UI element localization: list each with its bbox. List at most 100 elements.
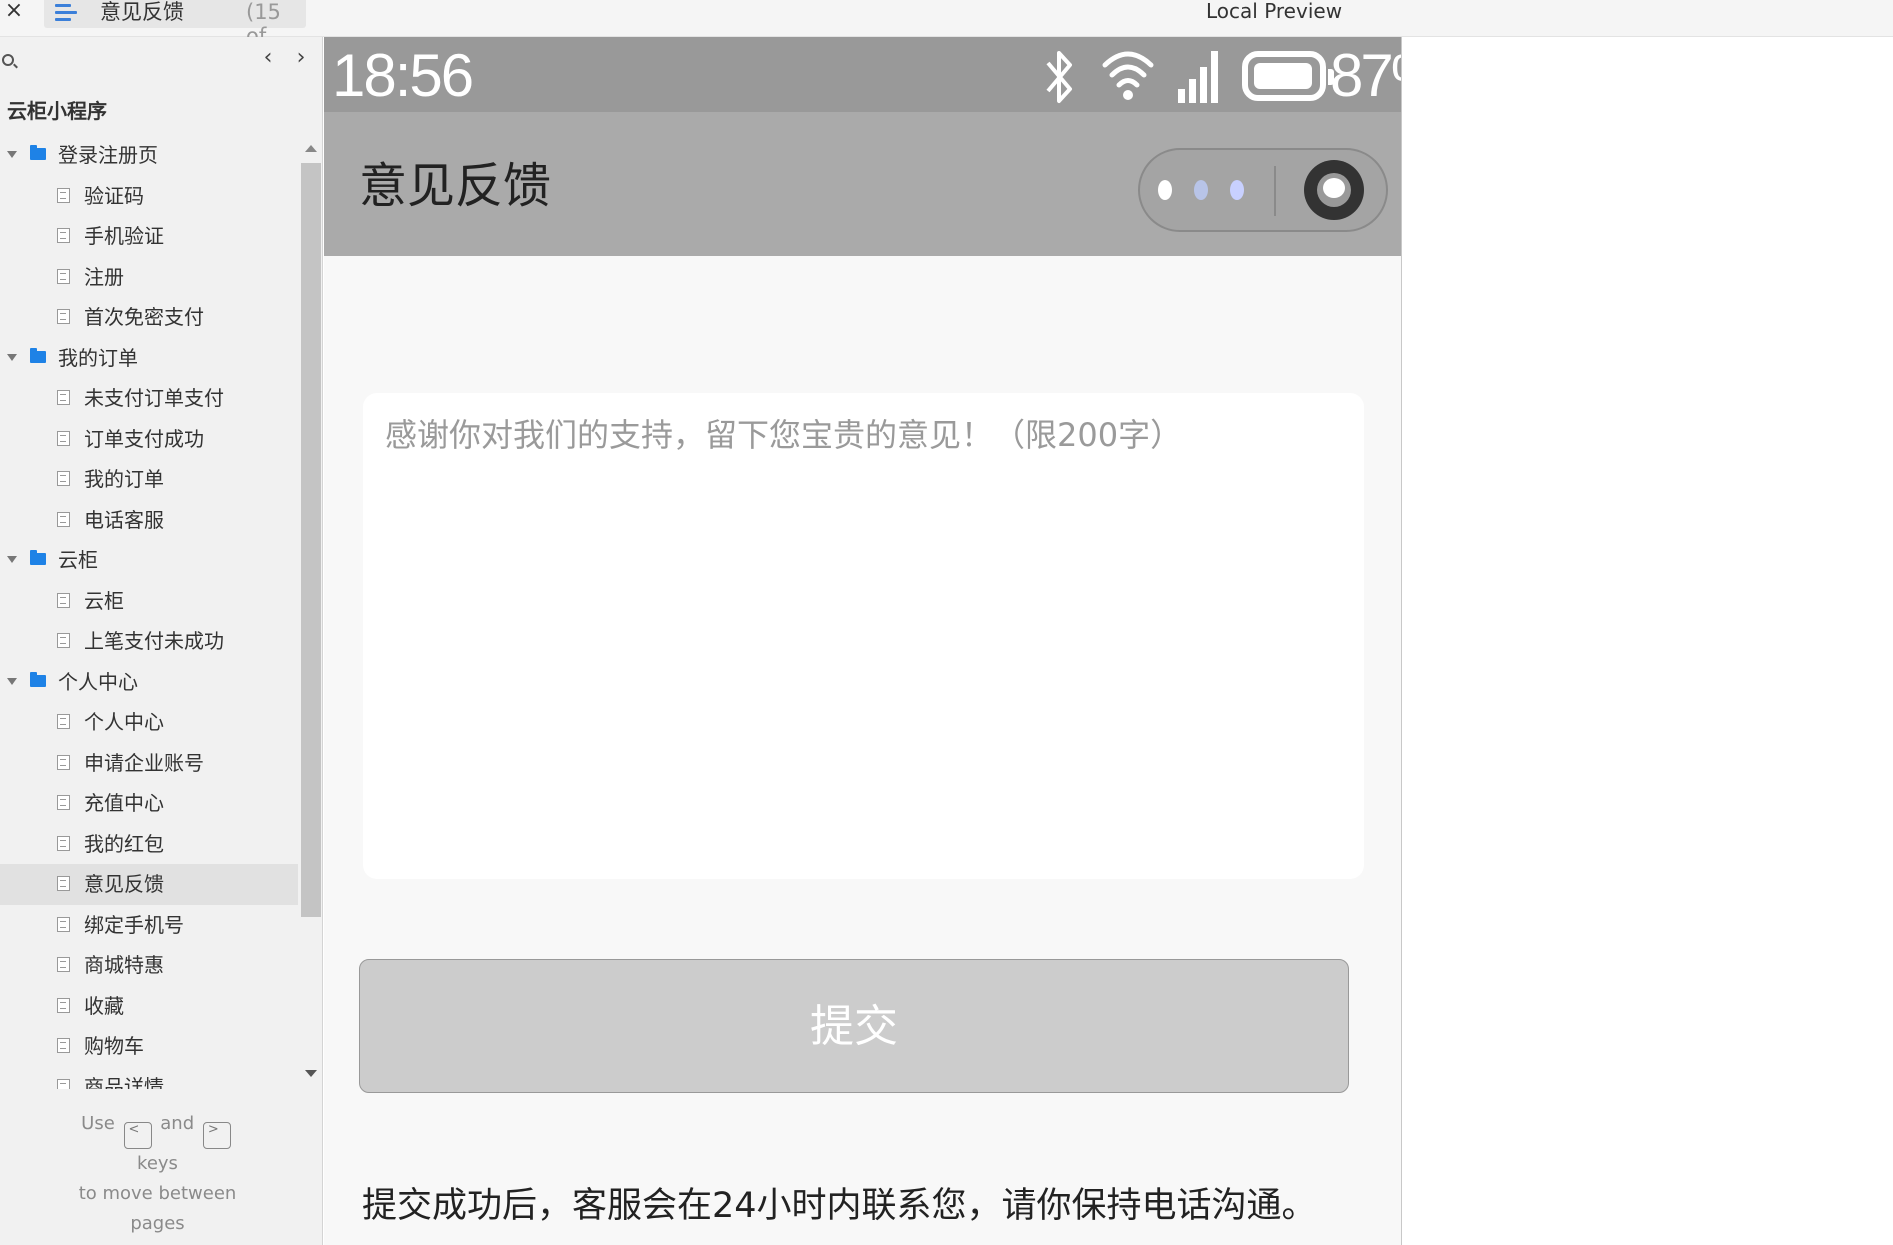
tree-folder[interactable]: 个人中心 (0, 662, 298, 703)
expand-arrow-icon[interactable] (7, 677, 17, 685)
close-icon[interactable]: × (4, 0, 24, 24)
tree-item-label: 我的红包 (84, 831, 164, 856)
tree-page-item[interactable]: 手机验证 (0, 216, 298, 257)
page-icon (57, 997, 70, 1013)
folder-icon (30, 145, 46, 160)
tree-item-label: 电话客服 (84, 507, 164, 532)
capsule-menu[interactable] (1138, 148, 1388, 232)
page-icon (57, 1038, 70, 1053)
page-icon (57, 592, 70, 608)
tree-item-label: 购物车 (84, 1034, 144, 1058)
capsule-divider (1274, 166, 1276, 216)
hint-line3: pages (130, 1213, 185, 1234)
tree-folder[interactable]: 我的订单 (0, 338, 298, 379)
tree-page-item[interactable]: 商品详情 (0, 1067, 298, 1090)
dot (1230, 180, 1244, 200)
page-icon (57, 876, 70, 891)
status-icons: 87% (1042, 37, 1401, 112)
tree-item-label: 登录注册页 (58, 143, 158, 167)
expand-arrow-icon[interactable] (7, 151, 17, 158)
page-icon (57, 1078, 70, 1089)
scroll-thumb[interactable] (301, 163, 321, 917)
tree-page-item[interactable]: 首次免密支付 (0, 297, 298, 338)
tree-item-label: 我的订单 (84, 467, 164, 491)
expand-arrow-icon[interactable] (7, 556, 17, 563)
page-icon (57, 430, 70, 446)
tree-page-item[interactable]: 云柜 (0, 581, 298, 622)
more-dots-icon[interactable] (1158, 178, 1258, 206)
wifi-icon (1102, 51, 1154, 100)
page-icon (57, 187, 70, 203)
page-icon (57, 795, 70, 810)
expand-arrow-icon[interactable] (7, 353, 17, 361)
tree-item-label: 我的订单 (58, 345, 138, 370)
page-icon (57, 957, 70, 972)
preview-label: Local Preview (1206, 0, 1343, 23)
tree-page-item[interactable]: 订单支付成功 (0, 419, 298, 460)
project-title: 云柜小程序 (7, 99, 107, 123)
hint-and: and (160, 1113, 195, 1134)
tree-page-item[interactable]: 意见反馈 (0, 864, 298, 905)
hint-keys: keys (137, 1153, 178, 1174)
tree-page-item[interactable]: 购物车 (0, 1026, 298, 1067)
tree-page-item[interactable]: 个人中心 (0, 702, 298, 743)
tree-page-item[interactable]: 验证码 (0, 176, 298, 217)
folder-icon (30, 347, 46, 363)
phone-preview: 18:56 87% 意见反馈 (324, 37, 1402, 1245)
sidebar-scrollbar[interactable] (300, 141, 322, 1081)
search-icon[interactable] (2, 54, 14, 66)
tree-page-item[interactable]: 电话客服 (0, 500, 298, 541)
bluetooth-icon (1046, 51, 1072, 103)
tree-page-item[interactable]: 注册 (0, 257, 298, 298)
tree-item-label: 手机验证 (84, 224, 164, 248)
page-icon (57, 228, 70, 243)
page-icon (57, 511, 70, 527)
feedback-input[interactable] (375, 405, 1352, 465)
tree-page-item[interactable]: 上笔支付未成功 (0, 621, 298, 662)
tree-item-label: 个人中心 (58, 669, 138, 694)
tree-item-label: 意见反馈 (84, 872, 164, 896)
current-page-tab[interactable]: 意见反馈 (15 of 23) (44, 0, 306, 72)
tree-item-label: 商城特惠 (84, 953, 164, 977)
signal-icon (1178, 51, 1218, 103)
prev-page-button[interactable]: ‹ (258, 46, 278, 72)
page-icon (57, 633, 70, 648)
tree-page-item[interactable]: 充值中心 (0, 783, 298, 824)
tree-item-label: 未支付订单支付 (84, 386, 224, 410)
right-key-icon: > (202, 1122, 231, 1149)
tree-page-item[interactable]: 未支付订单支付 (0, 378, 298, 419)
tree-page-item[interactable]: 绑定手机号 (0, 905, 298, 946)
hint-line2: to move between (78, 1183, 237, 1204)
close-miniprogram-icon[interactable] (1304, 160, 1364, 220)
tree-item-label: 注册 (84, 264, 124, 289)
tree-page-item[interactable]: 我的订单 (0, 459, 298, 500)
next-page-button[interactable]: › (291, 46, 311, 72)
keyboard-hint: Use < and > keys to move between pages (0, 1109, 315, 1239)
tree-item-label: 验证码 (84, 183, 144, 208)
battery-percent: 87% (1330, 42, 1401, 109)
status-time: 18:56 (332, 42, 474, 109)
page-tree: 登录注册页 验证码 手机验证 注册 首次免密支付 我的订单 未支付订单支付 订单支付成功 我的订… (0, 135, 298, 1089)
tree-page-item[interactable]: 我的红包 (0, 824, 298, 865)
tree-item-label: 收藏 (84, 993, 124, 1018)
tree-page-item[interactable]: 收藏 (0, 986, 298, 1027)
scroll-up-arrow-icon[interactable] (305, 145, 317, 152)
scroll-down-arrow-icon[interactable] (305, 1070, 317, 1077)
sidebar: ‹ › 云柜小程序 登录注册页 验证码 手机验证 注册 首次免密支付 我的订单 未支付订单支… (0, 37, 323, 1245)
tree-folder[interactable]: 登录注册页 (0, 135, 298, 176)
tree-folder[interactable]: 云柜 (0, 540, 298, 581)
tree-page-item[interactable]: 申请企业账号 (0, 743, 298, 784)
tree-page-item[interactable]: 商城特惠 (0, 945, 298, 986)
page-icon (57, 714, 70, 729)
tree-item-label: 绑定手机号 (84, 912, 184, 937)
tree-item-label: 订单支付成功 (84, 426, 204, 451)
page-icon (57, 471, 70, 486)
tree-item-label: 云柜 (84, 588, 124, 613)
hint-use: Use (81, 1113, 115, 1134)
feedback-area[interactable] (363, 393, 1364, 879)
page-icon (57, 390, 70, 405)
tree-item-label: 充值中心 (84, 791, 164, 815)
tree-item-label: 个人中心 (84, 710, 164, 734)
submit-button[interactable]: 提交 (359, 959, 1349, 1093)
tree-item-label: 商品详情 (84, 1074, 164, 1090)
